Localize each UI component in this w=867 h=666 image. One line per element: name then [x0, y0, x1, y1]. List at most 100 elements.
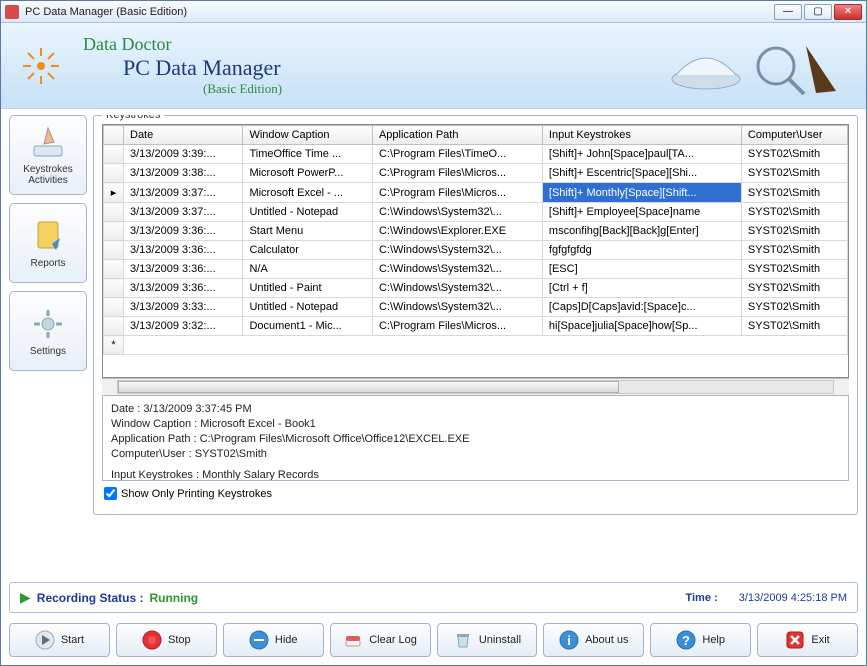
banner: Data Doctor PC Data Manager (Basic Editi…: [1, 23, 866, 109]
cell-input: msconfihg[Back][Back]g[Enter]: [542, 222, 741, 241]
table-row[interactable]: ▸3/13/2009 3:37:...Microsoft Excel - ...…: [104, 183, 848, 203]
hide-button[interactable]: Hide: [223, 623, 324, 657]
recording-status-value: Running: [149, 591, 198, 605]
new-row-marker: *: [104, 336, 124, 355]
cell-user: SYST02\Smith: [741, 279, 847, 298]
cell-date: 3/13/2009 3:32:...: [124, 317, 243, 336]
about-button[interactable]: iAbout us: [543, 623, 644, 657]
trash-icon: [453, 630, 473, 650]
stop-icon: [142, 630, 162, 650]
table-row[interactable]: 3/13/2009 3:39:...TimeOffice Time ...C:\…: [104, 145, 848, 164]
cell-caption: Document1 - Mic...: [243, 317, 373, 336]
table-row[interactable]: 3/13/2009 3:33:...Untitled - NotepadC:\W…: [104, 298, 848, 317]
play-icon: ▶: [20, 589, 31, 606]
col-input[interactable]: Input Keystrokes: [542, 126, 741, 145]
show-printing-label: Show Only Printing Keystrokes: [121, 488, 272, 500]
stop-button[interactable]: Stop: [116, 623, 217, 657]
cell-input: [Shift]+ Escentric[Space][Shi...: [542, 164, 741, 183]
help-button[interactable]: ?Help: [650, 623, 751, 657]
row-marker: [104, 164, 124, 183]
row-marker: ▸: [104, 183, 124, 203]
row-marker: [104, 260, 124, 279]
banner-line2: PC Data Manager: [123, 55, 282, 81]
info-icon: i: [559, 630, 579, 650]
cell-input: fgfgfgfdg: [542, 241, 741, 260]
row-marker-header: [104, 126, 124, 145]
close-button[interactable]: ✕: [834, 4, 862, 20]
table-row[interactable]: 3/13/2009 3:36:...Start MenuC:\Windows\E…: [104, 222, 848, 241]
start-button[interactable]: Start: [9, 623, 110, 657]
cell-caption: Microsoft PowerP...: [243, 164, 373, 183]
table-row[interactable]: 3/13/2009 3:36:...CalculatorC:\Windows\S…: [104, 241, 848, 260]
table-hscroll[interactable]: [102, 378, 849, 395]
detail-panel: Date : 3/13/2009 3:37:45 PM Window Capti…: [102, 395, 849, 481]
minimize-button[interactable]: —: [774, 4, 802, 20]
cell-apppath: C:\Windows\Explorer.EXE: [372, 222, 542, 241]
cell-user: SYST02\Smith: [741, 317, 847, 336]
cell-date: 3/13/2009 3:36:...: [124, 260, 243, 279]
cell-input: [Shift]+ John[Space]paul[TA...: [542, 145, 741, 164]
cell-user: SYST02\Smith: [741, 203, 847, 222]
start-icon: [35, 630, 55, 650]
table-row[interactable]: 3/13/2009 3:37:...Untitled - NotepadC:\W…: [104, 203, 848, 222]
cell-user: SYST02\Smith: [741, 164, 847, 183]
table-row[interactable]: 3/13/2009 3:36:...Untitled - PaintC:\Win…: [104, 279, 848, 298]
cell-user: SYST02\Smith: [741, 222, 847, 241]
cell-caption: TimeOffice Time ...: [243, 145, 373, 164]
hide-icon: [249, 630, 269, 650]
app-icon: [5, 5, 19, 19]
cell-input: [Shift]+ Monthly[Space][Shift...: [542, 183, 741, 203]
sidebar-keystrokes[interactable]: Keystrokes Activities: [9, 115, 87, 195]
status-bar: ▶ Recording Status : Running Time : 3/13…: [9, 582, 858, 613]
maximize-button[interactable]: ▢: [804, 4, 832, 20]
row-marker: [104, 279, 124, 298]
svg-text:?: ?: [682, 633, 690, 648]
col-caption[interactable]: Window Caption: [243, 126, 373, 145]
cell-date: 3/13/2009 3:36:...: [124, 279, 243, 298]
table-row[interactable]: 3/13/2009 3:36:...N/AC:\Windows\System32…: [104, 260, 848, 279]
cell-input: hi[Space]julia[Space]how[Sp...: [542, 317, 741, 336]
keystrokes-panel: Keystrokes Date Window Caption Applicati…: [93, 115, 858, 515]
cell-apppath: C:\Program Files\Micros...: [372, 317, 542, 336]
cell-date: 3/13/2009 3:36:...: [124, 222, 243, 241]
col-date[interactable]: Date: [124, 126, 243, 145]
cell-caption: Start Menu: [243, 222, 373, 241]
row-marker: [104, 317, 124, 336]
col-user[interactable]: Computer\User: [741, 126, 847, 145]
show-printing-checkbox[interactable]: [104, 487, 117, 500]
cell-date: 3/13/2009 3:38:...: [124, 164, 243, 183]
cell-user: SYST02\Smith: [741, 241, 847, 260]
keystrokes-table[interactable]: Date Window Caption Application Path Inp…: [102, 124, 849, 378]
exit-button[interactable]: Exit: [757, 623, 858, 657]
cell-apppath: C:\Windows\System32\...: [372, 241, 542, 260]
cell-apppath: C:\Windows\System32\...: [372, 260, 542, 279]
app-window: PC Data Manager (Basic Edition) — ▢ ✕ Da…: [0, 0, 867, 666]
settings-icon: [30, 306, 66, 342]
sidebar-reports[interactable]: Reports: [9, 203, 87, 283]
cell-apppath: C:\Windows\System32\...: [372, 279, 542, 298]
sidebar-settings[interactable]: Settings: [9, 291, 87, 371]
banner-line3: (Basic Edition): [203, 81, 282, 97]
help-icon: ?: [676, 630, 696, 650]
table-row[interactable]: 3/13/2009 3:38:...Microsoft PowerP...C:\…: [104, 164, 848, 183]
cell-apppath: C:\Program Files\Micros...: [372, 183, 542, 203]
cell-date: 3/13/2009 3:37:...: [124, 183, 243, 203]
cell-caption: Calculator: [243, 241, 373, 260]
keystrokes-icon: [30, 124, 66, 160]
cell-caption: Untitled - Notepad: [243, 298, 373, 317]
row-marker: [104, 145, 124, 164]
reports-icon: [30, 218, 66, 254]
cell-user: SYST02\Smith: [741, 298, 847, 317]
table-row[interactable]: 3/13/2009 3:32:...Document1 - Mic...C:\P…: [104, 317, 848, 336]
cell-date: 3/13/2009 3:37:...: [124, 203, 243, 222]
uninstall-button[interactable]: Uninstall: [437, 623, 538, 657]
recording-status-label: Recording Status :: [37, 591, 144, 605]
cell-user: SYST02\Smith: [741, 145, 847, 164]
keystrokes-legend: Keystrokes: [102, 115, 164, 121]
cell-input: [Ctrl + f]: [542, 279, 741, 298]
cell-user: SYST02\Smith: [741, 260, 847, 279]
titlebar: PC Data Manager (Basic Edition) — ▢ ✕: [1, 1, 866, 23]
clearlog-button[interactable]: Clear Log: [330, 623, 431, 657]
cell-apppath: C:\Windows\System32\...: [372, 203, 542, 222]
col-apppath[interactable]: Application Path: [372, 126, 542, 145]
